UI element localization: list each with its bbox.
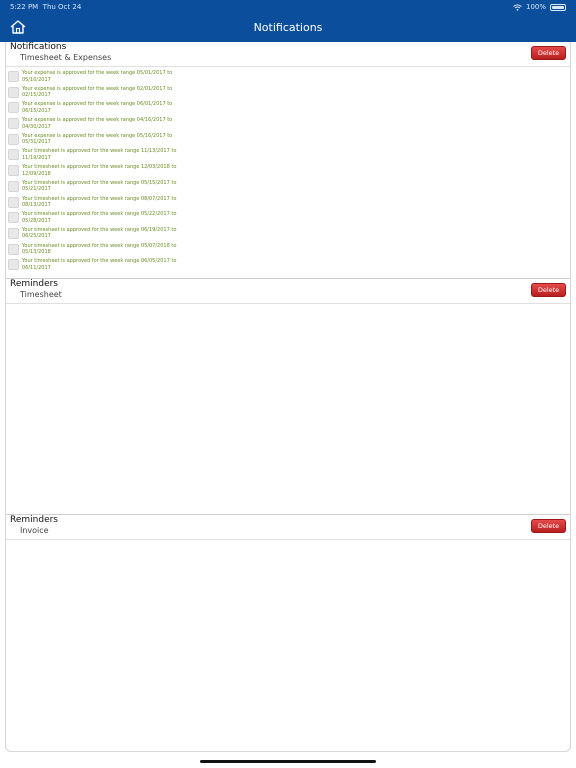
delete-notifications-button[interactable]: Delete (531, 46, 566, 60)
reminders-timesheet-header: Reminders Timesheet Delete (6, 279, 570, 304)
list-item: Your expense is approved for the week ra… (6, 85, 570, 101)
notification-text: Your timesheet is approved for the week … (22, 226, 177, 240)
notification-checkbox[interactable] (8, 165, 19, 177)
notification-text: Your timesheet is approved for the week … (22, 148, 177, 161)
section-title: Reminders (10, 279, 58, 289)
notification-checkbox[interactable] (8, 86, 19, 98)
section-subtitle: Timesheet & Expenses (20, 53, 112, 62)
notifications-screen: 5:22 PM Thu Oct 24 100% Notifications No… (0, 0, 576, 768)
home-indicator[interactable] (200, 760, 376, 763)
reminders-invoice-section: Reminders Invoice Delete (6, 515, 570, 751)
notification-text: Your expense is approved for the week ra… (22, 101, 173, 114)
notification-checkbox[interactable] (8, 71, 19, 82)
reminders-invoice-header: Reminders Invoice Delete (6, 515, 570, 540)
notification-text: Your timesheet is approved for the week … (22, 195, 177, 209)
notifications-header: Notifications Timesheet & Expenses Delet… (6, 42, 570, 67)
notification-checkbox[interactable] (8, 149, 19, 161)
notification-checkbox[interactable] (8, 196, 19, 208)
notification-text: Your expense is approved for the week ra… (22, 132, 173, 146)
list-item: Your timesheet is approved for the week … (6, 195, 570, 211)
battery-icon (550, 3, 566, 11)
section-subtitle: Invoice (20, 526, 49, 535)
top-bar: 5:22 PM Thu Oct 24 100% Notifications (0, 0, 576, 42)
notification-text: Your timesheet is approved for the week … (22, 211, 177, 224)
notification-checkbox[interactable] (8, 243, 19, 255)
notification-checkbox[interactable] (8, 227, 19, 239)
notification-text: Your timesheet is approved for the week … (22, 164, 177, 177)
list-item: Your expense is approved for the week ra… (6, 116, 570, 132)
notification-list: Your expense is approved for the week ra… (6, 69, 570, 273)
notification-checkbox[interactable] (8, 133, 19, 145)
notification-checkbox[interactable] (8, 212, 19, 224)
status-date: Thu Oct 24 (42, 3, 82, 11)
delete-invoice-reminders-button[interactable]: Delete (531, 519, 566, 533)
notification-checkbox[interactable] (8, 259, 19, 271)
list-item: Your timesheet is approved for the week … (6, 226, 570, 242)
section-subtitle: Timesheet (20, 290, 62, 299)
content-panel: Notifications Timesheet & Expenses Delet… (5, 42, 571, 752)
status-right: 100% (513, 0, 566, 14)
notification-checkbox[interactable] (8, 118, 19, 130)
wifi-icon (513, 3, 522, 11)
status-time: 5:22 PM (10, 3, 39, 11)
reminders-timesheet-section: Reminders Timesheet Delete (6, 279, 570, 514)
notification-checkbox[interactable] (8, 180, 19, 192)
notification-text: Your expense is approved for the week ra… (22, 70, 173, 83)
battery-percent: 100% (525, 3, 546, 11)
delete-timesheet-reminders-button[interactable]: Delete (531, 283, 566, 297)
list-item: Your timesheet is approved for the week … (6, 242, 570, 258)
section-title: Reminders (10, 515, 58, 525)
list-item: Your expense is approved for the week ra… (6, 100, 570, 116)
status-bar: 5:22 PM Thu Oct 24 100% (0, 0, 576, 14)
status-time-date: 5:22 PM Thu Oct 24 (10, 0, 81, 14)
list-item: Your timesheet is approved for the week … (6, 147, 570, 163)
notifications-section: Notifications Timesheet & Expenses Delet… (6, 42, 570, 278)
notification-text: Your expense is approved for the week ra… (22, 85, 173, 99)
page-title: Notifications (253, 21, 323, 34)
notification-text: Your timesheet is approved for the week … (22, 258, 177, 271)
list-item: Your timesheet is approved for the week … (6, 210, 570, 226)
list-item: Your timesheet is approved for the week … (6, 163, 570, 179)
notification-checkbox[interactable] (8, 102, 19, 114)
list-item: Your timesheet is approved for the week … (6, 257, 570, 273)
list-item: Your expense is approved for the week ra… (6, 69, 570, 85)
list-item: Your expense is approved for the week ra… (6, 132, 570, 148)
notification-text: Your timesheet is approved for the week … (22, 179, 177, 193)
section-title: Notifications (10, 42, 67, 52)
notification-text: Your expense is approved for the week ra… (22, 117, 173, 130)
notification-text: Your timesheet is approved for the week … (22, 242, 177, 256)
list-item: Your timesheet is approved for the week … (6, 179, 570, 195)
